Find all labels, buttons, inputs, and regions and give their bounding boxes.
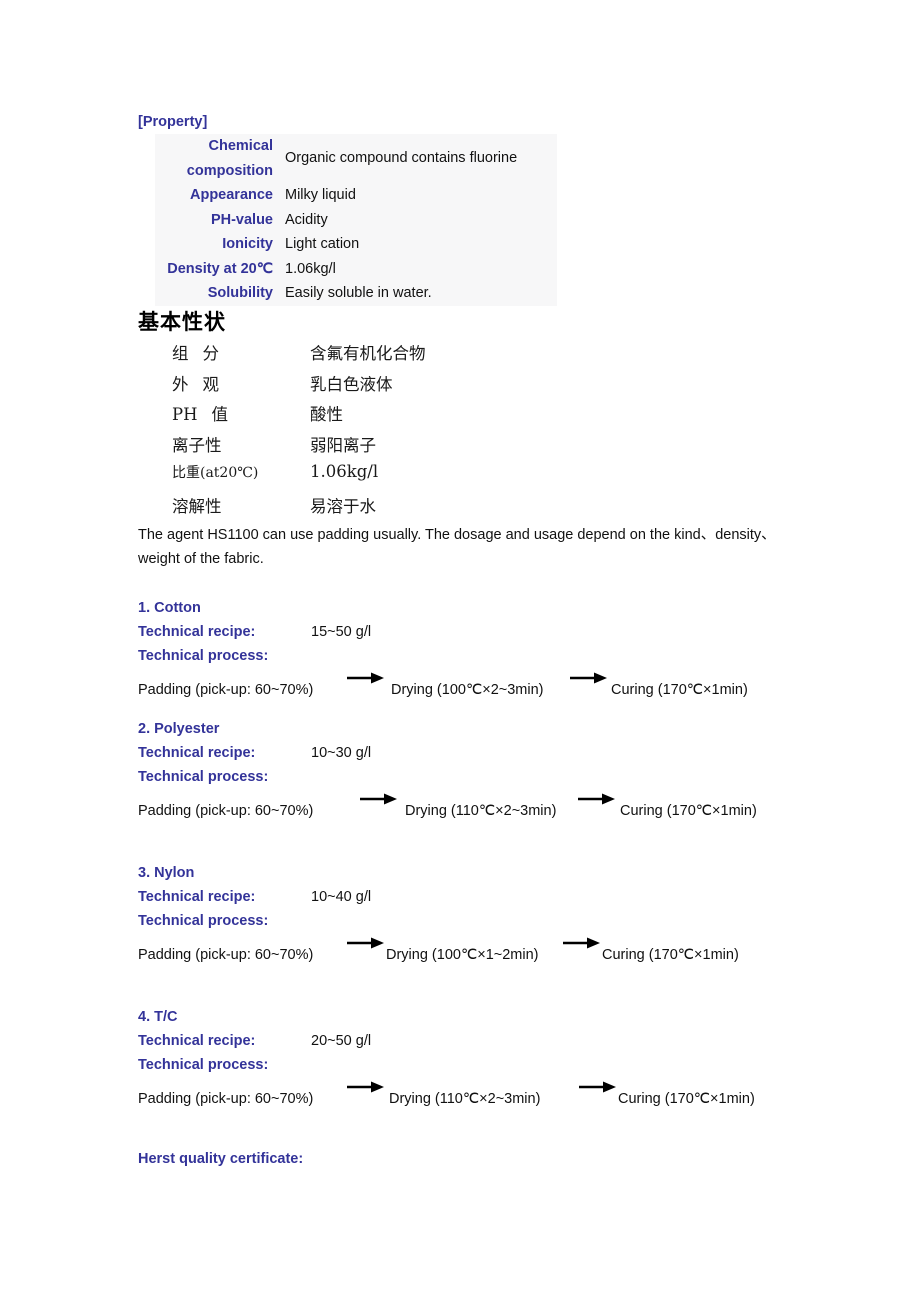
property-heading: [Property] [138,114,208,130]
process-label: Technical process: [138,648,269,664]
section-title: 2. Polyester [138,721,220,737]
chinese-value: 易溶于水 [310,496,376,516]
property-value-cell: Easily soluble in water. [285,285,432,301]
chinese-value: 含氟有机化合物 [310,344,426,363]
property-value-cell: Organic compound contains fluorine [285,150,518,167]
property-label-cell: Appearance [189,187,273,203]
flow-step-drying: Drying (100℃×1~2min) [386,947,539,963]
recipe-label: Technical recipe: [138,889,256,905]
chinese-value: 弱阳离子 [310,435,376,455]
arrow-right-icon [360,791,398,807]
property-label-cell: Solubility [207,285,273,301]
recipe-label: Technical recipe: [138,1033,256,1049]
chinese-label: 组分 [172,340,219,364]
section-cotton: 1. Cotton Technical recipe: 15~50 g/l Te… [138,596,838,704]
property-label-cell: Chemical composition [155,134,282,183]
flow-step-curing: Curing (170℃×1min) [620,803,757,819]
chinese-value: 酸性 [310,405,343,424]
chinese-label: 外观 [172,371,219,395]
property-label-cell: PH-value [210,211,273,228]
property-table: Chemical composition Organic compound co… [155,134,557,306]
recipe-row: Technical recipe: 10~40 g/l [138,885,838,909]
section-title: 4. T/C [138,1009,178,1025]
property-value-cell: Acidity [285,211,328,228]
chinese-section-heading: 基本性状 [138,310,226,334]
chinese-value: 1.06kg/l [310,462,379,481]
chinese-label: 比重(at20℃) [172,465,259,481]
recipe-label: Technical recipe: [138,745,256,761]
process-flow: Padding (pick-up: 60~70%) Drying (110℃×2… [138,1077,838,1113]
property-value-cell: Milky liquid [285,187,356,203]
arrow-right-icon [579,1079,617,1095]
section-title: 3. Nylon [138,865,195,881]
arrow-right-icon [347,1079,385,1095]
recipe-row: Technical recipe: 20~50 g/l [138,1029,838,1053]
table-row: Density at 20℃ 1.06kg/l [155,257,557,282]
recipe-value: 20~50 g/l [311,1033,372,1049]
list-item: 离子性 弱阳离子 [172,432,592,463]
quality-certificate-heading: Herst quality certificate: [138,1151,304,1167]
intro-paragraph: The agent HS1100 can use padding usually… [138,527,776,567]
recipe-row: Technical recipe: 10~30 g/l [138,741,838,765]
chinese-label-a: 组 [172,344,189,363]
chinese-label-b: 值 [211,405,229,424]
flow-step-padding: Padding (pick-up: 60~70%) [138,1091,314,1107]
flow-step-drying: Drying (100℃×2~3min) [391,682,544,698]
property-label-cell: Density at 20℃ [167,260,273,277]
recipe-row: Technical recipe: 15~50 g/l [138,620,838,644]
arrow-right-icon [578,791,616,807]
flow-step-curing: Curing (170℃×1min) [618,1091,755,1107]
recipe-value: 10~30 g/l [311,745,372,761]
chinese-label-a: PH [172,405,198,424]
flow-step-curing: Curing (170℃×1min) [611,682,748,698]
recipe-label: Technical recipe: [138,624,256,640]
section-title: 1. Cotton [138,600,201,616]
process-label: Technical process: [138,769,269,785]
recipe-value: 15~50 g/l [311,624,372,640]
flow-step-drying: Drying (110℃×2~3min) [405,803,557,819]
chinese-value: 乳白色液体 [310,374,393,394]
section-tc: 4. T/C Technical recipe: 20~50 g/l Techn… [138,1005,838,1113]
recipe-value: 10~40 g/l [311,889,372,905]
chinese-label-b: 观 [202,374,220,394]
document-page: [Property] Chemical composition Organic … [0,0,920,1302]
list-item: PH 值 酸性 [172,401,592,432]
arrow-right-icon [563,935,601,951]
arrow-right-icon [347,670,385,686]
property-label-cell: Ionicity [222,236,273,252]
process-label: Technical process: [138,913,269,929]
table-row: Solubility Easily soluble in water. [155,281,557,306]
table-row: Appearance Milky liquid [155,183,557,208]
process-flow: Padding (pick-up: 60~70%) Drying (100℃×2… [138,668,838,704]
table-row: Chemical composition Organic compound co… [155,134,557,183]
table-row: PH-value Acidity [155,208,557,233]
chinese-property-list: 组分 含氟有机化合物 外观 乳白色液体 PH 值 酸性 离子性 弱阳离子 比重(a… [172,340,592,523]
process-flow: Padding (pick-up: 60~70%) Drying (110℃×2… [138,789,838,825]
list-item: 外观 乳白色液体 [172,371,592,402]
flow-step-drying: Drying (110℃×2~3min) [389,1091,541,1107]
section-nylon: 3. Nylon Technical recipe: 10~40 g/l Tec… [138,861,838,969]
section-polyester: 2. Polyester Technical recipe: 10~30 g/l… [138,717,838,825]
chinese-label: 离子性 [172,435,222,455]
chinese-label-b: 分 [202,344,220,363]
chinese-label-a: 外 [172,374,189,394]
flow-step-curing: Curing (170℃×1min) [602,947,739,963]
property-label-line2: composition [186,162,273,179]
chinese-label: 溶解性 [172,496,222,516]
table-row: Ionicity Light cation [155,232,557,257]
flow-step-padding: Padding (pick-up: 60~70%) [138,947,314,963]
process-label: Technical process: [138,1057,269,1073]
property-label-line1: Chemical [208,138,273,154]
process-flow: Padding (pick-up: 60~70%) Drying (100℃×1… [138,933,838,969]
list-item: 溶解性 易溶于水 [172,493,592,524]
list-item: 组分 含氟有机化合物 [172,340,592,371]
property-value-cell: Light cation [285,236,360,252]
chinese-label: PH 值 [172,401,228,425]
flow-step-padding: Padding (pick-up: 60~70%) [138,682,314,698]
list-item: 比重(at20℃) 1.06kg/l [172,462,592,493]
flow-step-padding: Padding (pick-up: 60~70%) [138,803,314,819]
arrow-right-icon [347,935,385,951]
property-value-cell: 1.06kg/l [285,260,336,277]
arrow-right-icon [570,670,608,686]
